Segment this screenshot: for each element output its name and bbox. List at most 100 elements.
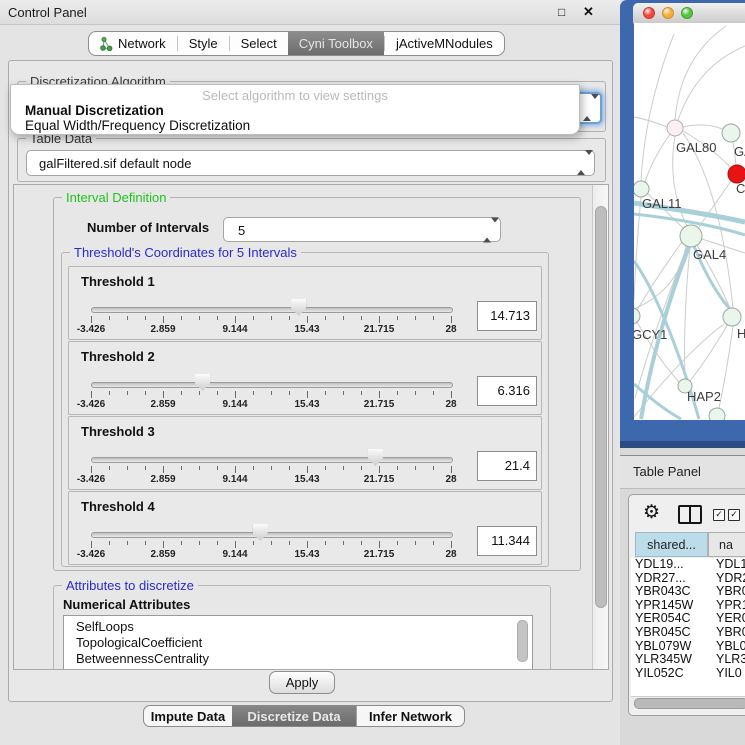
slider-track[interactable] (91, 532, 453, 538)
threshold-value-field[interactable]: 14.713 (477, 301, 537, 331)
cell-name[interactable]: YBR0 (712, 626, 745, 640)
tab-select[interactable]: Select (230, 32, 288, 55)
bottom-tab-infer-network[interactable]: Infer Network (356, 706, 464, 726)
cell-shared-name[interactable]: YDR27... (631, 572, 712, 586)
algorithm-option-manual-discretization[interactable]: Manual Discretization (25, 103, 164, 118)
table-row[interactable]: YDL19...YDL1 (631, 558, 745, 572)
network-node[interactable] (634, 181, 649, 197)
network-edge[interactable] (719, 326, 733, 408)
slider-tick (325, 316, 326, 320)
slider-tick-label: 15.43 (294, 399, 319, 410)
checkbox-icon[interactable]: ✓ (728, 509, 740, 521)
network-edge[interactable] (634, 117, 667, 127)
cell-name[interactable]: YLR3 (712, 653, 745, 667)
table-row[interactable]: YDR27...YDR2 (631, 572, 745, 586)
cell-shared-name[interactable]: YLR345W (631, 653, 712, 667)
slider-thumb[interactable] (253, 524, 268, 541)
threshold-value-field[interactable]: 6.316 (477, 376, 537, 406)
cell-name[interactable]: YBR0 (712, 585, 745, 599)
slider-tick (253, 466, 254, 470)
mac-minimize-button[interactable] (662, 7, 674, 19)
slider-tick (361, 466, 362, 470)
table-row[interactable]: YLR345WYLR3 (631, 653, 745, 667)
slider-track[interactable] (91, 307, 453, 313)
cell-shared-name[interactable]: YBR045C (631, 626, 712, 640)
slider-tick-label: 21.715 (364, 549, 395, 560)
apply-button[interactable]: Apply (269, 671, 335, 694)
network-edge[interactable] (678, 46, 745, 120)
cell-name[interactable]: YDL1 (712, 558, 745, 572)
algorithm-option-equal-width-frequency-discretization[interactable]: Equal Width/Frequency Discretization (25, 118, 250, 133)
table-row[interactable]: YIL052CYIL0 (631, 667, 745, 681)
network-window-titlebar[interactable] (633, 3, 745, 24)
settings-scrollbar-thumb[interactable] (595, 206, 607, 608)
tab-cyni-toolbox[interactable]: Cyni Toolbox (288, 32, 384, 55)
table-row[interactable]: YER054CYER0 (631, 612, 745, 626)
threshold-value-field[interactable]: 21.4 (477, 451, 537, 481)
network-canvas[interactable]: GAL80GAL11GAL4GCY1HAP2GACH (634, 23, 745, 420)
attribute-item-topologicalcoefficient[interactable]: TopologicalCoefficient (64, 635, 532, 651)
cell-name[interactable]: YBL0 (712, 640, 745, 654)
slider-track[interactable] (91, 382, 453, 388)
network-node[interactable] (634, 308, 640, 324)
tab-style[interactable]: Style (178, 32, 229, 55)
checkbox-icon[interactable]: ✓ (713, 509, 725, 521)
table-hscrollbar-thumb[interactable] (634, 698, 745, 709)
cell-name[interactable]: YPR1 (712, 599, 745, 613)
mac-zoom-button[interactable] (681, 7, 693, 19)
network-edge[interactable] (683, 125, 722, 129)
numerical-attributes-list[interactable]: SelfLoopsTopologicalCoefficientBetweenne… (63, 615, 533, 670)
network-edge[interactable] (641, 34, 674, 181)
close-icon[interactable]: ✕ (583, 4, 594, 20)
slider-tick (145, 316, 146, 320)
tab-jactivemnodules[interactable]: jActiveMNodules (385, 32, 504, 55)
network-edge[interactable] (645, 134, 670, 182)
network-node[interactable] (680, 225, 702, 247)
cell-shared-name[interactable]: YER054C (631, 612, 712, 626)
table-hscrollbar-track[interactable] (631, 696, 745, 709)
table-data-combobox[interactable]: galFiltered.sif default node (26, 150, 595, 176)
slider-tick-label: 15.43 (294, 474, 319, 485)
network-edge[interactable] (634, 197, 641, 300)
cell-name[interactable]: YIL0 (712, 667, 742, 681)
gear-icon[interactable]: ⚙ (643, 501, 660, 524)
table-row[interactable]: YPR145WYPR1 (631, 599, 745, 613)
list-scrollbar[interactable] (517, 620, 528, 662)
split-columns-icon[interactable] (678, 505, 702, 524)
cell-shared-name[interactable]: YBL079W (631, 640, 712, 654)
table-row[interactable]: YBR043CYBR0 (631, 585, 745, 599)
table-row[interactable]: YBR045CYBR0 (631, 626, 745, 640)
slider-thumb[interactable] (368, 449, 383, 466)
network-edge[interactable] (675, 26, 726, 120)
cell-shared-name[interactable]: YIL052C (631, 667, 712, 681)
settings-scrollbar-track[interactable] (592, 185, 609, 669)
attribute-item-selfloops[interactable]: SelfLoops (64, 619, 532, 635)
threshold-value-field[interactable]: 11.344 (477, 526, 537, 556)
network-edge[interactable] (690, 324, 728, 381)
cell-shared-name[interactable]: YBR043C (631, 585, 712, 599)
table-row[interactable]: YBL079WYBL0 (631, 640, 745, 654)
slider-thumb[interactable] (291, 299, 306, 316)
tab-network[interactable]: Network (89, 32, 177, 55)
network-node[interactable] (709, 408, 725, 420)
network-edge[interactable] (685, 247, 690, 379)
number-of-intervals-combobox[interactable]: 5 (223, 217, 501, 242)
slider-track[interactable] (91, 457, 453, 463)
slider-tick-label: 28 (445, 474, 456, 485)
column-header-shared-name[interactable]: shared... (635, 532, 708, 557)
bottom-tab-impute-data[interactable]: Impute Data (144, 706, 232, 726)
network-node[interactable] (667, 120, 683, 136)
cell-shared-name[interactable]: YPR145W (631, 599, 712, 613)
cell-name[interactable]: YDR2 (712, 572, 745, 586)
mac-close-button[interactable] (643, 7, 655, 19)
network-node[interactable] (723, 308, 741, 326)
slider-tick (109, 466, 110, 470)
cell-shared-name[interactable]: YDL19... (631, 558, 712, 572)
slider-thumb[interactable] (195, 374, 210, 391)
cell-name[interactable]: YER0 (712, 612, 745, 626)
attribute-item-betweennesscentrality[interactable]: BetweennessCentrality (64, 651, 532, 667)
float-window-icon[interactable]: □ (558, 5, 565, 19)
network-node[interactable] (722, 124, 740, 142)
bottom-tab-discretize-data[interactable]: Discretize Data (232, 706, 356, 726)
column-header-name[interactable]: na (708, 532, 745, 557)
